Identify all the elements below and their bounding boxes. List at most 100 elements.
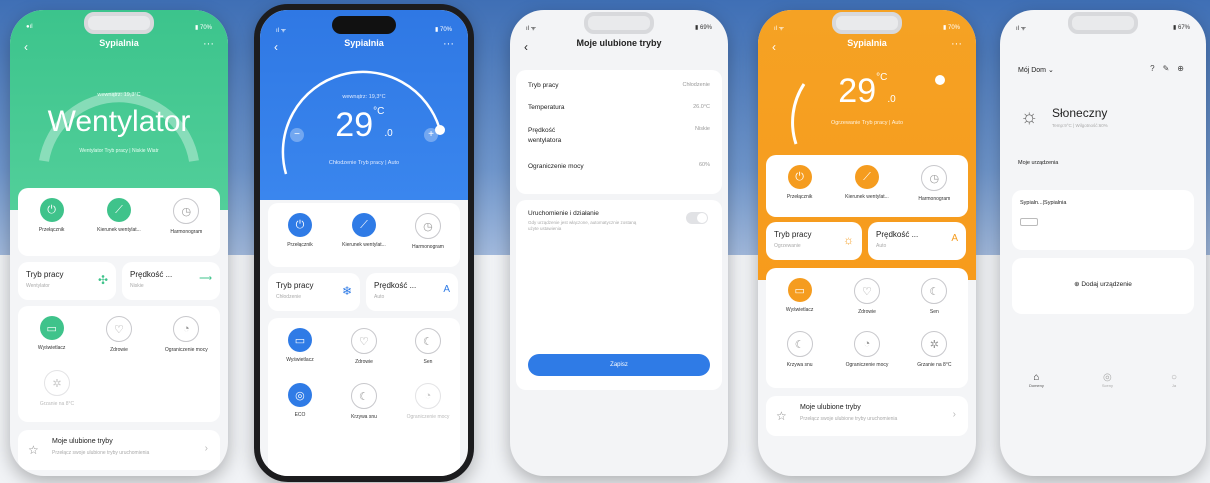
power-limit-tile[interactable]: ◔ Ograniczenie mocy (834, 331, 901, 368)
row-fan-speed[interactable]: Prędkość wentylatora (528, 126, 588, 146)
chevron-down-icon: ⌄ (1047, 67, 1054, 74)
title-bar: ‹ Moje ulubione tryby (510, 38, 728, 60)
sun-icon: ☼ (843, 233, 854, 247)
nav-me[interactable]: ○ Ja (1171, 372, 1177, 388)
power-limit-icon: ◔ (853, 331, 880, 357)
home-icon: ⌂ (1033, 372, 1040, 383)
star-icon: ☆ (28, 443, 39, 457)
clock-icon: ◷ (921, 165, 948, 191)
row-mode[interactable]: Tryb pracy Chłodzenie (528, 82, 710, 89)
power-tile[interactable]: ⏻ Przełącznik (268, 213, 331, 250)
sleep-curve-icon: ☾ (350, 383, 377, 409)
power-icon: ⏻ (287, 213, 312, 237)
snowflake-icon: ❄ (341, 284, 352, 298)
speed-pill[interactable]: Prędkość ... Auto A (366, 273, 458, 311)
startup-toggle[interactable] (686, 212, 708, 224)
power-limit-icon: ◔ (414, 383, 441, 409)
add-device-card[interactable]: ⊕ Dodaj urządzenie (1012, 258, 1194, 314)
mode-subtitle: Wentylator Tryb pracy | Niskie Wiatr (79, 148, 159, 154)
features-card: ▭ Wyświetlacz ♡ Zdrowie ◔ Ograniczenie mocy… (18, 306, 220, 422)
back-icon[interactable]: ‹ (274, 40, 278, 54)
phone-cooling-mode: ıl ᯤ ▮ 70% ‹ Sypialnia ··· wewnątrz: 19,3… (254, 4, 474, 482)
swing-tile[interactable]: ⟋ Kierunek wentylat... (86, 198, 153, 235)
title-bar: ‹ Sypialnia ··· (260, 38, 468, 60)
power-tile[interactable]: ⏻ Przełącznik (766, 165, 833, 202)
snowflake-icon: ✲ (921, 331, 948, 357)
sleep-tile[interactable]: ☾ Sen (901, 278, 968, 315)
more-icon[interactable]: ··· (951, 38, 962, 50)
moon-icon: ☾ (414, 328, 441, 354)
page-title: Moje ulubione tryby (576, 38, 662, 48)
display-tile[interactable]: ▭ Wyświetlacz (268, 328, 331, 365)
display-tile[interactable]: ▭ Wyświetlacz (766, 278, 833, 315)
swing-tile[interactable]: ⟋ Kierunek wentylat... (834, 165, 901, 202)
mode-pill[interactable]: Tryb pracy Wentylator ✣ (18, 262, 116, 300)
clock-icon: ◷ (173, 198, 200, 224)
health-tile[interactable]: ♡ Zdrowie (332, 328, 395, 365)
controls-card: ⏻ Przełącznik ⟋ Kierunek wentylat... ◷ Harm… (18, 188, 220, 256)
wind-icon: ⟶ (199, 273, 212, 283)
row-temperature[interactable]: Temperatura 26.0°C (528, 104, 710, 111)
mode-pill[interactable]: Tryb pracy Ogrzewanie ☼ (766, 222, 862, 260)
status-bar: ıl ᯤ ▮ 69% (526, 25, 712, 32)
save-button[interactable]: Zapisz (528, 354, 710, 376)
display-icon: ▭ (287, 328, 312, 352)
add-icon[interactable]: ⊕ (1177, 64, 1192, 73)
row-power-limit[interactable]: Ograniczenie mocy (528, 162, 588, 172)
speed-pill[interactable]: Prędkość ... Auto A (868, 222, 966, 260)
more-icon[interactable]: ··· (203, 38, 214, 50)
schedule-tile[interactable]: ◷ Harmonogram (396, 213, 459, 250)
mode-pill[interactable]: Tryb pracy Chłodzenie ❄ (268, 273, 360, 311)
sleep-curve-icon: ☾ (786, 331, 813, 357)
auto-wind-icon: A (443, 284, 450, 295)
swing-icon: ⟋ (351, 213, 376, 237)
nav-home[interactable]: ⌂ Domeny (1029, 372, 1044, 388)
temp-readout: 29°C.0 (838, 72, 896, 110)
favorite-modes-row[interactable]: ☆ Moje ulubione tryby Przełącz swoje ulu… (18, 430, 220, 470)
sleep-curve-tile[interactable]: ☾ Krzywa snu (332, 383, 395, 420)
moon-icon: ☾ (921, 278, 948, 304)
schedule-tile[interactable]: ◷ Harmonogram (901, 165, 968, 202)
star-icon: ☆ (776, 409, 787, 423)
swing-icon: ⟋ (106, 198, 131, 222)
display-tile[interactable]: ▭ Wyświetlacz (18, 316, 85, 353)
page-title: Sypialnia (99, 38, 139, 48)
sleep-curve-tile[interactable]: ☾ Krzywa snu (766, 331, 833, 368)
display-icon: ▭ (787, 278, 812, 302)
mode-subtitle: Ogrzewanie Tryb pracy | Auto (830, 120, 904, 126)
status-bar: ıl ᯤ ▮ 67% (1016, 25, 1190, 32)
back-icon[interactable]: ‹ (772, 40, 776, 54)
ambient-temp: wewnątrz: 19,3°C (342, 94, 386, 100)
add-device-label: ⊕ Dodaj urządzenie (1074, 281, 1132, 288)
minus-button[interactable]: − (290, 128, 304, 142)
swing-tile[interactable]: ⟋ Kierunek wentylat... (332, 213, 395, 250)
schedule-tile[interactable]: ◷ Harmonogram (153, 198, 220, 235)
eco-tile[interactable]: ◎ ECO (268, 383, 331, 420)
home-selector[interactable]: Mój Dom ⌄ (1018, 66, 1054, 74)
back-icon[interactable]: ‹ (24, 40, 28, 54)
chevron-right-icon: › (204, 443, 208, 454)
power-limit-icon: ◔ (173, 316, 200, 342)
back-icon[interactable]: ‹ (524, 40, 528, 54)
sleep-tile[interactable]: ☾ Sen (396, 328, 459, 365)
power-limit-tile[interactable]: ◔ Ograniczenie mocy (396, 383, 459, 420)
speed-pill[interactable]: Prędkość ... Niskie ⟶ (122, 262, 220, 300)
fan-icon: ✣ (97, 273, 108, 287)
snowflake-icon: ✲ (44, 370, 70, 396)
features-card: ▭ Wyświetlacz ♡ Zdrowie ☾ Sen ◎ ECO ☾ Krzywa … (268, 318, 460, 476)
plus-button[interactable]: + (424, 128, 438, 142)
startup-title: Uruchomienie i działanie (528, 210, 599, 217)
nav-scenes[interactable]: ◎ Sceny (1102, 372, 1113, 388)
power-limit-tile[interactable]: ◔ Ograniczenie mocy (153, 316, 220, 353)
favorite-modes-row[interactable]: ☆ Moje ulubione tryby Przełącz swoje ulu… (766, 396, 968, 436)
heat8-tile[interactable]: ✲ Grzanie na 8°C (32, 370, 82, 407)
controls-card: ⏻ Przełącznik ⟋ Kierunek wentylat... ◷ Harm… (766, 155, 968, 217)
more-icon[interactable]: ··· (443, 38, 454, 50)
health-tile[interactable]: ♡ Zdrowie (86, 316, 153, 353)
heat8-tile[interactable]: ✲ Grzanie na 8°C (901, 331, 968, 368)
health-tile[interactable]: ♡ Zdrowie (834, 278, 901, 315)
edit-icon[interactable]: ✎ (1163, 64, 1178, 73)
power-tile[interactable]: ⏻ Przełącznik (18, 198, 85, 235)
help-icon[interactable]: ? (1150, 64, 1162, 73)
device-card[interactable]: Sypialn...|Sypialnia (1012, 190, 1194, 250)
